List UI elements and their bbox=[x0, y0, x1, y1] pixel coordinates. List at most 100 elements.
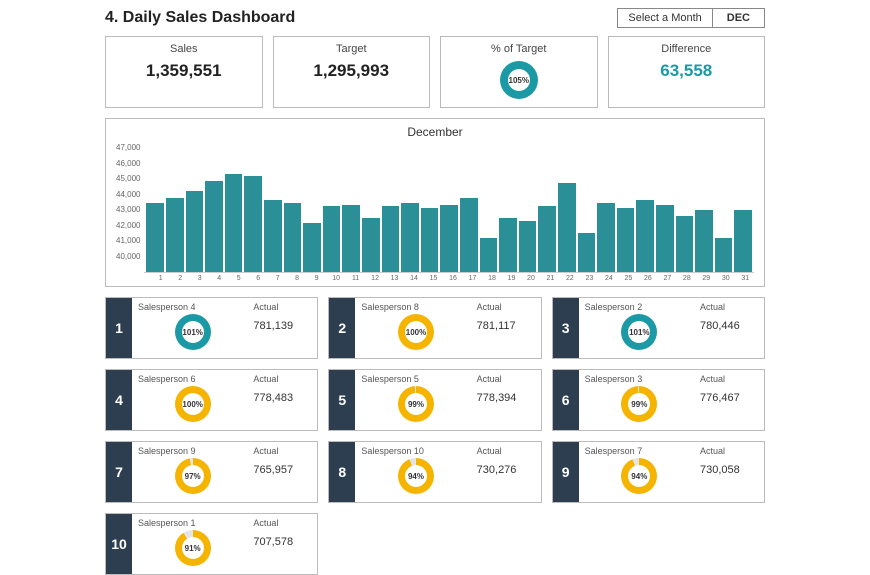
salesperson-pct-donut: 100% bbox=[175, 386, 211, 422]
x-tick: 9 bbox=[308, 275, 325, 282]
chart-bar bbox=[205, 181, 223, 272]
chart-title: December bbox=[116, 125, 754, 139]
salesperson-rank: 2 bbox=[329, 298, 355, 358]
salesperson-actual-label: Actual bbox=[253, 374, 311, 384]
salesperson-rank: 5 bbox=[329, 370, 355, 430]
chart-bar bbox=[186, 191, 204, 272]
chart-bar bbox=[284, 203, 302, 272]
salesperson-card: 6Salesperson 399%Actual776,467 bbox=[552, 369, 765, 431]
kpi-target: Target 1,295,993 bbox=[273, 36, 431, 108]
salesperson-pct-value: 94% bbox=[405, 465, 427, 487]
salesperson-name: Salesperson 8 bbox=[361, 302, 419, 312]
salesperson-rank: 9 bbox=[553, 442, 579, 502]
x-tick: 11 bbox=[347, 275, 364, 282]
salesperson-rank: 3 bbox=[553, 298, 579, 358]
salesperson-pct-donut: 91% bbox=[175, 530, 211, 566]
salesperson-card: 4 Salesperson 6 100% Actual 778,483 bbox=[105, 369, 318, 431]
kpi-value: 1,295,993 bbox=[274, 61, 430, 81]
x-tick: 4 bbox=[210, 275, 227, 282]
kpi-value: 1,359,551 bbox=[106, 61, 262, 81]
y-tick: 42,000 bbox=[116, 221, 140, 230]
x-tick: 26 bbox=[639, 275, 656, 282]
chart-bar bbox=[695, 210, 713, 272]
salesperson-card: 3 Salesperson 2 101% Actual 780,446 bbox=[552, 297, 765, 359]
salesperson-actual-value: 778,483 bbox=[253, 392, 311, 404]
chart-bar bbox=[225, 174, 243, 272]
x-tick: 25 bbox=[620, 275, 637, 282]
chart-bar bbox=[166, 198, 184, 272]
salesperson-card: 1Salesperson 4101%Actual781,139 bbox=[105, 297, 318, 359]
chart-bar bbox=[382, 206, 400, 272]
y-tick: 40,000 bbox=[116, 252, 140, 261]
salesperson-grid: 1Salesperson 4101%Actual781,1392Salesper… bbox=[105, 297, 765, 575]
y-tick: 45,000 bbox=[116, 174, 140, 183]
salesperson-rank: 7 bbox=[106, 442, 132, 502]
chart-bar bbox=[264, 200, 282, 272]
chart-bar bbox=[597, 203, 615, 272]
x-tick: 1 bbox=[152, 275, 169, 282]
x-tick: 20 bbox=[522, 275, 539, 282]
salesperson-pct-value: 100% bbox=[182, 393, 204, 415]
kpi-pct-target: % of Target 105% bbox=[440, 36, 598, 108]
x-tick: 22 bbox=[561, 275, 578, 282]
salesperson-actual-label: Actual bbox=[700, 374, 758, 384]
kpi-value: 63,558 bbox=[609, 61, 765, 81]
salesperson-name: Salesperson 6 bbox=[138, 374, 196, 384]
x-tick: 24 bbox=[600, 275, 617, 282]
pct-target-value: 105% bbox=[508, 69, 530, 91]
salesperson-rank: 4 bbox=[106, 370, 132, 430]
x-tick: 28 bbox=[678, 275, 695, 282]
salesperson-actual-value: 780,446 bbox=[700, 320, 758, 332]
kpi-label: Difference bbox=[609, 43, 765, 55]
salesperson-pct-value: 99% bbox=[405, 393, 427, 415]
kpi-label: Sales bbox=[106, 43, 262, 55]
chart-bar bbox=[323, 206, 341, 272]
month-selector[interactable]: Select a Month DEC bbox=[617, 8, 765, 28]
chart-bar bbox=[676, 216, 694, 272]
salesperson-pct-value: 99% bbox=[628, 393, 650, 415]
x-tick: 12 bbox=[366, 275, 383, 282]
salesperson-name: Salesperson 2 bbox=[585, 302, 643, 312]
chart-y-axis: 47,00046,00045,00044,00043,00042,00041,0… bbox=[116, 143, 144, 273]
salesperson-actual-label: Actual bbox=[700, 302, 758, 312]
salesperson-rank: 6 bbox=[553, 370, 579, 430]
salesperson-card: 8Salesperson 1094%Actual730,276 bbox=[328, 441, 541, 503]
salesperson-actual-value: 781,139 bbox=[253, 320, 311, 332]
salesperson-name: Salesperson 7 bbox=[585, 446, 643, 456]
chart-plot-area bbox=[144, 143, 754, 273]
salesperson-pct-value: 101% bbox=[182, 321, 204, 343]
kpi-sales: Sales 1,359,551 bbox=[105, 36, 263, 108]
y-tick: 41,000 bbox=[116, 236, 140, 245]
x-tick: 10 bbox=[327, 275, 344, 282]
x-tick: 19 bbox=[503, 275, 520, 282]
x-tick: 30 bbox=[717, 275, 734, 282]
salesperson-pct-donut: 101% bbox=[621, 314, 657, 350]
salesperson-card: 9Salesperson 794%Actual730,058 bbox=[552, 441, 765, 503]
x-tick: 14 bbox=[405, 275, 422, 282]
x-tick: 29 bbox=[698, 275, 715, 282]
salesperson-pct-value: 94% bbox=[628, 465, 650, 487]
x-tick: 16 bbox=[444, 275, 461, 282]
salesperson-pct-value: 101% bbox=[628, 321, 650, 343]
chart-bar bbox=[146, 203, 164, 272]
salesperson-name: Salesperson 9 bbox=[138, 446, 196, 456]
salesperson-rank: 8 bbox=[329, 442, 355, 502]
chart-bar bbox=[342, 205, 360, 272]
chart-bar bbox=[244, 176, 262, 272]
x-tick: 3 bbox=[191, 275, 208, 282]
y-tick: 44,000 bbox=[116, 190, 140, 199]
x-tick: 17 bbox=[464, 275, 481, 282]
x-tick: 2 bbox=[171, 275, 188, 282]
chart-bar bbox=[715, 238, 733, 272]
kpi-label: % of Target bbox=[441, 43, 597, 55]
page-title: 4. Daily Sales Dashboard bbox=[105, 9, 295, 27]
chart-bar bbox=[480, 238, 498, 272]
salesperson-actual-label: Actual bbox=[253, 302, 311, 312]
chart-bar bbox=[303, 223, 321, 272]
chart-bar bbox=[734, 210, 752, 272]
chart-x-axis: 1234567891011121314151617181920212223242… bbox=[116, 275, 754, 282]
x-tick: 27 bbox=[659, 275, 676, 282]
kpi-row: Sales 1,359,551 Target 1,295,993 % of Ta… bbox=[105, 36, 765, 108]
daily-sales-chart: December 47,00046,00045,00044,00043,0004… bbox=[105, 118, 765, 287]
salesperson-pct-donut: 97% bbox=[175, 458, 211, 494]
